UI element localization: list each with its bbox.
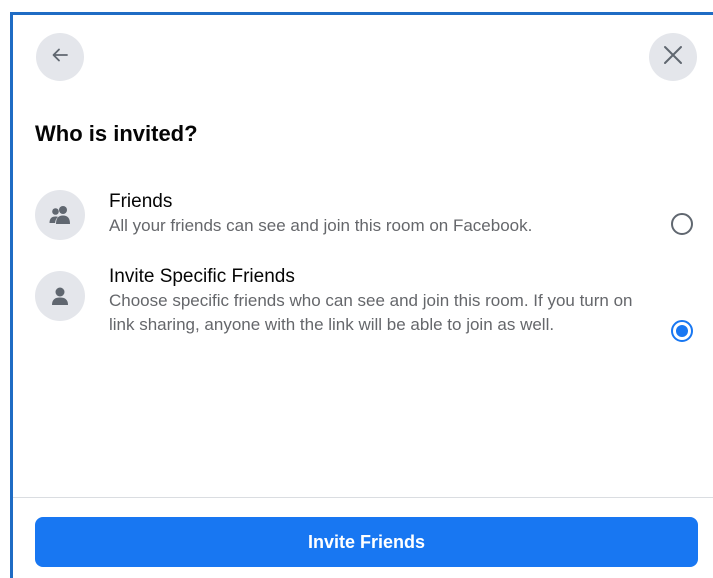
back-button[interactable] <box>36 33 84 81</box>
close-button[interactable] <box>649 33 697 81</box>
radio-invite-specific-friends[interactable] <box>671 320 693 342</box>
option-text: Friends All your friends can see and joi… <box>109 190 654 238</box>
close-icon <box>662 44 684 71</box>
option-label: Friends <box>109 191 173 212</box>
option-description: Choose specific friends who can see and … <box>109 291 633 334</box>
person-icon <box>35 271 85 321</box>
audience-dialog: Who is invited? Friends All your friends… <box>10 12 713 578</box>
invite-friends-button[interactable]: Invite Friends <box>35 517 698 567</box>
radio-selected-dot <box>676 325 688 337</box>
dialog-title: Who is invited? <box>35 121 198 146</box>
option-description: All your friends can see and join this r… <box>109 216 533 235</box>
option-label: Invite Specific Friends <box>109 266 295 287</box>
arrow-left-icon <box>50 45 70 70</box>
option-text: Invite Specific Friends Choose specific … <box>109 265 654 337</box>
footer-divider <box>13 497 713 498</box>
radio-friends[interactable] <box>671 213 693 235</box>
friends-group-icon <box>35 190 85 240</box>
